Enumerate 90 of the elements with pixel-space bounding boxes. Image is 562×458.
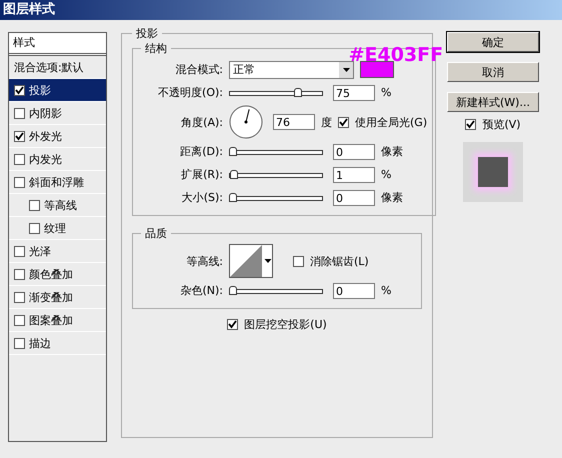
checkbox[interactable] [14,154,25,164]
checkbox-label: 预览(V) [482,116,521,132]
checkbox[interactable] [465,118,476,130]
style-list-item[interactable]: 外发光 [9,125,106,148]
contour-picker[interactable] [229,244,273,278]
checkbox[interactable] [14,292,25,302]
group-title: 结构 [144,41,168,56]
style-label: 外发光 [29,128,62,144]
checkbox-label: 消除锯齿(L) [310,254,369,268]
checkbox[interactable] [29,222,40,234]
style-label: 混合选项:默认 [14,60,84,74]
style-label: 等高线 [44,198,77,212]
style-list-item[interactable]: 内发光 [9,148,106,171]
value-field[interactable]: 0 [333,190,375,206]
style-list-item[interactable]: 等高线 [9,194,106,217]
slider[interactable] [229,170,323,180]
field-label: 角度(A): [180,114,223,130]
checkbox[interactable] [293,256,304,266]
unit-label: % [381,168,392,181]
checkbox[interactable] [14,84,25,96]
style-label: 颜色叠加 [29,266,73,282]
checkbox[interactable] [14,108,25,118]
style-list-item[interactable]: 纹理 [9,217,106,240]
slider-thumb[interactable] [230,170,238,178]
style-list-item[interactable]: 图案叠加 [9,309,106,332]
angle-dial[interactable] [229,105,263,139]
angle-field[interactable]: 76 [273,114,315,130]
field-label: 混合模式: [174,62,223,77]
checkbox[interactable] [14,338,25,348]
dialog-button[interactable]: 确定 [447,32,539,52]
field-label: 大小(S): [180,190,223,205]
style-list-item[interactable]: 光泽 [9,240,106,263]
unit-label: 像素 [381,190,403,205]
preview-thumbnail [463,142,523,202]
dialog-button[interactable]: 新建样式(W)... [447,92,539,112]
unit-label: % [381,284,392,297]
style-label: 渐变叠加 [29,290,73,304]
checkbox[interactable] [14,314,25,326]
caret-icon [264,259,272,263]
value-field[interactable]: 75 [333,84,375,100]
value-field[interactable]: 1 [333,166,375,182]
unit-label: % [381,86,392,99]
slider[interactable] [229,146,323,156]
field-label: 距离(D): [179,144,223,159]
unit-label: 像素 [381,144,403,159]
style-list-item[interactable]: 渐变叠加 [9,286,106,309]
style-list-item[interactable]: 斜面和浮雕 [9,171,106,194]
style-label: 描边 [29,336,51,350]
slider[interactable] [229,286,323,296]
dialog-button[interactable]: 取消 [447,62,539,82]
slider[interactable] [229,88,323,98]
style-label: 内发光 [29,152,62,166]
slider-thumb[interactable] [229,286,237,294]
slider-thumb[interactable] [229,146,237,156]
value-field[interactable]: 0 [333,282,375,298]
checkbox[interactable] [14,268,25,280]
checkbox[interactable] [14,246,25,256]
slider-thumb[interactable] [294,88,302,96]
style-list-item[interactable]: 描边 [9,332,106,355]
field-label: 杂色(N): [179,283,223,298]
style-label: 光泽 [29,244,51,258]
style-list-item[interactable]: 内阴影 [9,102,106,125]
field-label: 扩展(R): [180,167,223,182]
group-title: 品质 [144,226,168,241]
checkbox[interactable] [14,130,25,142]
style-label: 内阴影 [29,106,62,120]
slider-thumb[interactable] [229,192,237,202]
checkbox[interactable] [14,176,25,188]
blend-mode-dropdown[interactable]: 正常 [229,60,354,78]
checkbox[interactable] [227,319,238,330]
group-title: 投影 [135,26,159,41]
field-label: 不透明度(O): [157,85,223,100]
color-swatch[interactable] [360,61,394,78]
checkbox-label: 使用全局光(G) [355,114,428,130]
window-title: 图层样式 [3,2,55,17]
caret-icon [339,62,353,78]
style-label: 投影 [29,82,51,98]
slider[interactable] [229,192,323,202]
list-header: 样式 [9,33,106,56]
style-label: 纹理 [44,220,66,236]
style-label: 图案叠加 [29,312,73,328]
style-label: 斜面和浮雕 [29,174,84,190]
unit-label: 度 [321,114,332,130]
field-label: 等高线: [185,254,223,268]
checkbox[interactable] [338,116,349,128]
style-list-item[interactable]: 投影 [9,79,106,102]
value-field[interactable]: 0 [333,144,375,160]
checkbox-label: 图层挖空投影(U) [244,317,327,332]
checkbox[interactable] [29,200,40,210]
style-list-item[interactable]: 颜色叠加 [9,263,106,286]
